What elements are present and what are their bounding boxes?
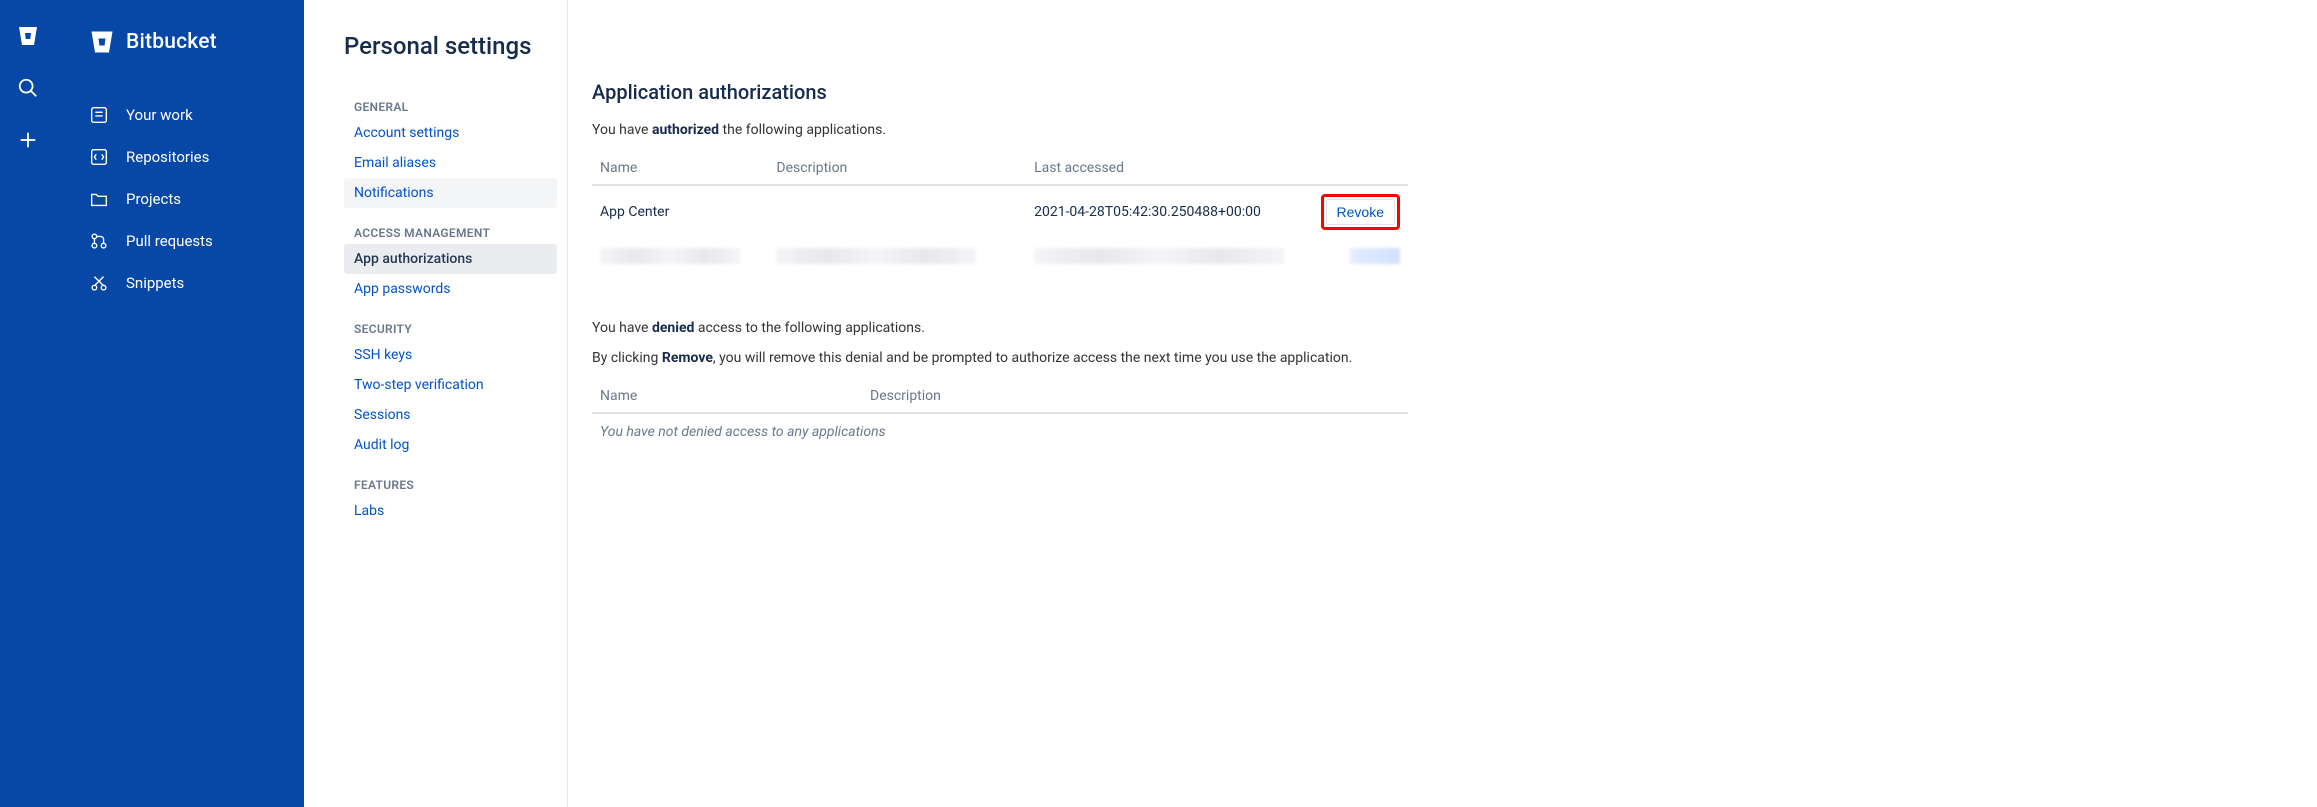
- col-name: Name: [592, 380, 862, 413]
- link-email-aliases[interactable]: Email aliases: [344, 148, 557, 178]
- empty-row: You have not denied access to any applic…: [592, 413, 1408, 450]
- main-area: Personal settings GENERAL Account settin…: [304, 0, 2317, 807]
- link-labs[interactable]: Labs: [344, 496, 557, 526]
- product-nav: Bitbucket Your work Repositories Project…: [56, 0, 304, 807]
- empty-message: You have not denied access to any applic…: [592, 413, 1408, 450]
- global-icon-rail: [0, 0, 56, 807]
- redacted-content: [1034, 248, 1284, 264]
- your-work-icon: [88, 104, 110, 126]
- content-heading: Application authorizations: [592, 80, 2297, 104]
- repositories-icon: [88, 146, 110, 168]
- nav-label: Repositories: [126, 148, 209, 166]
- cell-description: [768, 185, 1026, 238]
- nav-projects[interactable]: Projects: [56, 178, 304, 220]
- redacted-content: [776, 248, 976, 264]
- redacted-content: [600, 248, 740, 264]
- authorized-intro: You have authorized the following applic…: [592, 122, 2297, 138]
- link-app-passwords[interactable]: App passwords: [344, 274, 557, 304]
- remove-note: By clicking Remove, you will remove this…: [592, 350, 2297, 366]
- table-row: App Center 2021-04-28T05:42:30.250488+00…: [592, 185, 1408, 238]
- col-last-accessed: Last accessed: [1026, 152, 1312, 185]
- section-heading-security: SECURITY: [344, 304, 557, 340]
- nav-repositories[interactable]: Repositories: [56, 136, 304, 178]
- denied-intro: You have denied access to the following …: [592, 320, 2297, 336]
- nav-label: Snippets: [126, 274, 184, 292]
- table-row-redacted: [592, 238, 1408, 278]
- pull-requests-icon: [88, 230, 110, 252]
- link-notifications[interactable]: Notifications: [344, 178, 557, 208]
- cell-last-accessed: 2021-04-28T05:42:30.250488+00:00: [1026, 185, 1312, 238]
- content-panel: Application authorizations You have auth…: [568, 0, 2317, 807]
- snippets-icon: [88, 272, 110, 294]
- nav-your-work[interactable]: Your work: [56, 94, 304, 136]
- link-sessions[interactable]: Sessions: [344, 400, 557, 430]
- nav-label: Projects: [126, 190, 181, 208]
- nav-pull-requests[interactable]: Pull requests: [56, 220, 304, 262]
- nav-label: Your work: [126, 106, 193, 124]
- revoke-button[interactable]: Revoke: [1326, 199, 1395, 225]
- section-heading-general: GENERAL: [344, 82, 557, 118]
- link-account-settings[interactable]: Account settings: [344, 118, 557, 148]
- revoke-highlight-box: Revoke: [1321, 194, 1400, 230]
- link-app-authorizations[interactable]: App authorizations: [344, 244, 557, 274]
- link-two-step[interactable]: Two-step verification: [344, 370, 557, 400]
- authorized-apps-table: Name Description Last accessed App Cente…: [592, 152, 1408, 278]
- create-icon[interactable]: [16, 128, 40, 152]
- projects-icon: [88, 188, 110, 210]
- col-description: Description: [862, 380, 1408, 413]
- denied-apps-table: Name Description You have not denied acc…: [592, 380, 1408, 450]
- redacted-content: [1350, 248, 1400, 264]
- product-header[interactable]: Bitbucket: [56, 28, 304, 56]
- nav-snippets[interactable]: Snippets: [56, 262, 304, 304]
- page-title: Personal settings: [344, 32, 557, 60]
- settings-sidebar: Personal settings GENERAL Account settin…: [304, 0, 568, 807]
- cell-name: App Center: [592, 185, 768, 238]
- link-ssh-keys[interactable]: SSH keys: [344, 340, 557, 370]
- link-audit-log[interactable]: Audit log: [344, 430, 557, 460]
- product-name: Bitbucket: [126, 30, 217, 54]
- section-heading-access: ACCESS MANAGEMENT: [344, 208, 557, 244]
- search-icon[interactable]: [16, 76, 40, 100]
- bitbucket-logo-icon: [88, 28, 116, 56]
- col-name: Name: [592, 152, 768, 185]
- col-description: Description: [768, 152, 1026, 185]
- nav-label: Pull requests: [126, 232, 213, 250]
- logo-icon[interactable]: [16, 24, 40, 48]
- section-heading-features: FEATURES: [344, 460, 557, 496]
